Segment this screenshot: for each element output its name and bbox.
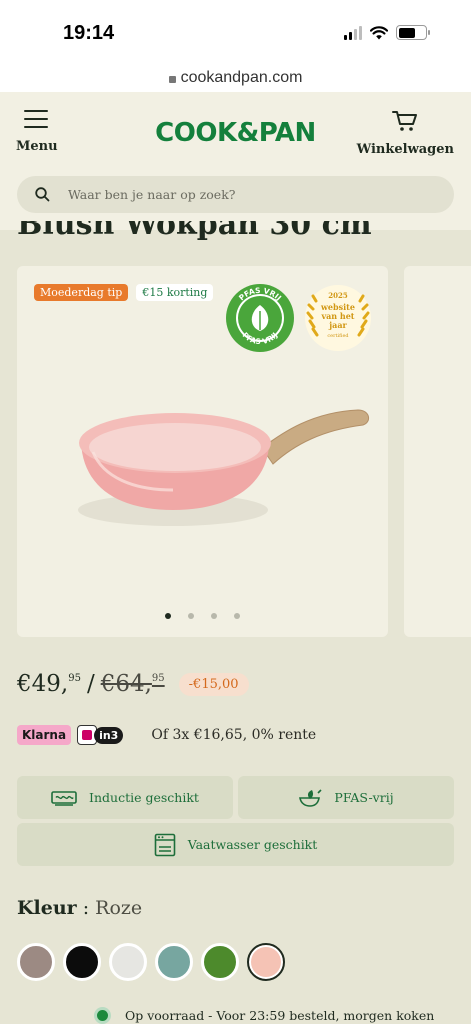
current-price: €49,95 bbox=[17, 671, 81, 697]
color-swatch[interactable] bbox=[155, 943, 193, 981]
discount-badge: €15 korting bbox=[136, 284, 214, 301]
induction-icon bbox=[51, 790, 77, 806]
product-image-wok bbox=[78, 409, 370, 526]
feature-pfas-label: PFAS-vrij bbox=[334, 790, 394, 805]
color-swatch[interactable] bbox=[201, 943, 239, 981]
old-price: €64,95 bbox=[100, 671, 165, 697]
color-swatch[interactable] bbox=[17, 943, 55, 981]
product-image-card[interactable]: Moederdag tip €15 korting PFAS VRIJ PFAS… bbox=[17, 266, 388, 637]
award-year: 2025 bbox=[328, 291, 348, 300]
site-header: Menu COOK&PAN Winkelwagen bbox=[0, 92, 471, 230]
leaf-pan-icon bbox=[299, 788, 322, 807]
cart-button[interactable]: Winkelwagen bbox=[357, 110, 454, 157]
color-value: Roze bbox=[95, 897, 143, 919]
stock-status: Op voorraad - Voor 23:59 besteld, morgen… bbox=[97, 1008, 434, 1023]
ideal-in3-logo: in3 bbox=[77, 725, 124, 745]
price-separator: / bbox=[86, 671, 95, 697]
stock-indicator-icon bbox=[97, 1010, 108, 1021]
dishwasher-icon bbox=[154, 833, 175, 856]
address-bar[interactable]: cookandpan.com bbox=[0, 64, 471, 92]
cart-icon bbox=[392, 111, 418, 131]
klarna-logo: Klarna bbox=[17, 725, 72, 745]
wifi-icon bbox=[370, 25, 388, 39]
feature-induction: Inductie geschikt bbox=[17, 776, 233, 819]
color-swatches bbox=[17, 943, 285, 981]
stock-text: Op voorraad - Voor 23:59 besteld, morgen… bbox=[125, 1008, 435, 1023]
discount-pill: -€15,00 bbox=[178, 672, 249, 696]
pfas-free-seal-icon: PFAS VRIJ PFAS VRIJ bbox=[226, 284, 294, 352]
battery-icon bbox=[396, 25, 430, 40]
color-swatch[interactable] bbox=[247, 943, 285, 981]
url-text: cookandpan.com bbox=[180, 69, 303, 86]
next-image-card[interactable] bbox=[404, 266, 471, 637]
gallery-pagination bbox=[17, 613, 388, 619]
status-icons bbox=[344, 25, 430, 40]
badge-row: Moederdag tip €15 korting bbox=[34, 284, 214, 301]
installments-text: Of 3x €16,65, 0% rente bbox=[151, 727, 317, 743]
feature-dishwasher-label: Vaatwasser geschikt bbox=[187, 837, 318, 852]
gallery-dot[interactable] bbox=[211, 613, 217, 619]
price-row: €49,95 / €64,95 -€15,00 bbox=[17, 671, 249, 697]
status-time: 19:14 bbox=[63, 22, 115, 44]
status-bar: 19:14 bbox=[0, 0, 471, 64]
lock-icon bbox=[168, 75, 176, 83]
promo-badge: Moederdag tip bbox=[34, 284, 129, 301]
in3-label: in3 bbox=[94, 726, 124, 744]
gallery-dot[interactable] bbox=[165, 613, 171, 619]
feature-dishwasher: Vaatwasser geschikt bbox=[17, 823, 454, 866]
gallery-dot[interactable] bbox=[234, 613, 240, 619]
search-bar[interactable] bbox=[17, 176, 454, 213]
payment-row: Klarna in3 Of 3x €16,65, 0% rente bbox=[17, 725, 316, 745]
gallery-dot[interactable] bbox=[188, 613, 194, 619]
cart-label: Winkelwagen bbox=[356, 142, 454, 157]
cellular-signal-icon bbox=[344, 25, 362, 40]
color-swatch[interactable] bbox=[63, 943, 101, 981]
search-icon bbox=[35, 187, 50, 202]
award-line-3: jaar bbox=[328, 320, 347, 330]
feature-pfas-free: PFAS-vrij bbox=[238, 776, 454, 819]
award-line-4: certified bbox=[327, 333, 349, 339]
award-seal-icon: 2025 website van het jaar certified bbox=[305, 285, 371, 351]
color-swatch[interactable] bbox=[109, 943, 147, 981]
search-input[interactable] bbox=[68, 187, 408, 202]
feature-induction-label: Inductie geschikt bbox=[89, 790, 199, 805]
color-label: Kleur : Roze bbox=[17, 897, 143, 919]
